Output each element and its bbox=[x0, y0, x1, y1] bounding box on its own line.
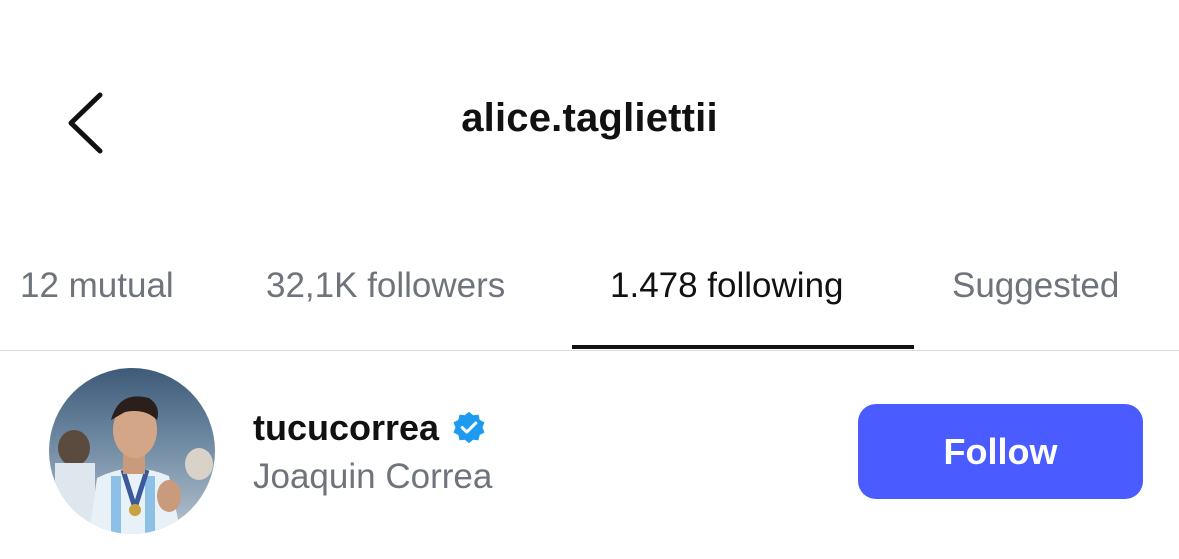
verified-badge-icon bbox=[453, 411, 485, 444]
page-title: alice.tagliettii bbox=[461, 96, 718, 140]
header: alice.tagliettii bbox=[0, 0, 1179, 250]
follow-button[interactable]: Follow bbox=[858, 404, 1143, 499]
active-tab-indicator bbox=[572, 345, 914, 349]
avatar-image bbox=[49, 368, 215, 534]
full-name: Joaquin Correa bbox=[253, 457, 493, 496]
tab-following[interactable]: 1.478 following bbox=[610, 266, 844, 306]
tab-suggested[interactable]: Suggested bbox=[952, 266, 1119, 306]
list-item[interactable]: tucucorrea Joaquin Correa Follow bbox=[0, 351, 1179, 559]
tab-bar: 12 mutual 32,1K followers 1.478 followin… bbox=[0, 250, 1179, 351]
following-screen: alice.tagliettii 12 mutual 32,1K followe… bbox=[0, 0, 1179, 559]
avatar[interactable] bbox=[49, 368, 215, 534]
tab-mutual[interactable]: 12 mutual bbox=[20, 266, 174, 306]
username-line[interactable]: tucucorrea bbox=[253, 407, 487, 449]
tab-followers[interactable]: 32,1K followers bbox=[266, 266, 505, 306]
username: tucucorrea bbox=[253, 407, 440, 448]
